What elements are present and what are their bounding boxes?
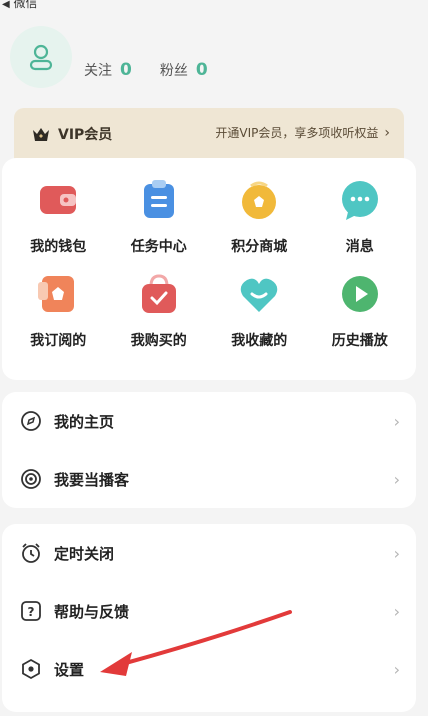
avatar[interactable]: [10, 26, 72, 88]
status-back-link[interactable]: ◀ 微信: [0, 0, 428, 14]
back-label: 微信: [13, 0, 38, 10]
grid-item-label: 我订阅的: [30, 333, 87, 349]
vip-promo-text: 开通VIP会员，享多项收听权益: [215, 126, 379, 140]
following-count: 0: [120, 60, 132, 80]
menu-row-settings[interactable]: 设置 ›: [2, 640, 416, 698]
following-label: 关注: [84, 63, 112, 79]
alarm-clock-icon: [20, 542, 42, 564]
chevron-right-icon: ›: [384, 124, 390, 141]
grid-item-label: 我购买的: [130, 333, 187, 349]
menu-row-label: 定时关闭: [54, 544, 115, 563]
wallet-icon: [36, 178, 80, 222]
settings-actions-card: 定时关闭 ›? 帮助与反馈 › 设置 ›: [2, 524, 416, 712]
profile-stats: 关注 0 粉丝 0: [84, 60, 236, 80]
subscribe-icon: [36, 272, 80, 316]
grid-item-points-mall[interactable]: 积分商城: [209, 178, 310, 272]
menu-row-sleep-timer[interactable]: 定时关闭 ›: [2, 524, 416, 582]
broadcast-icon: [20, 468, 42, 490]
chevron-right-icon: ›: [393, 411, 400, 431]
followers-count: 0: [195, 60, 208, 80]
grid-item-label: 任务中心: [130, 239, 187, 255]
play-icon: [338, 272, 382, 316]
profile-header: 关注 0 粉丝 0: [0, 14, 428, 114]
grid-item-messages[interactable]: 消息: [310, 178, 411, 272]
grid-item-favorites[interactable]: 我收藏的: [209, 272, 310, 366]
menu-row-homepage[interactable]: 我的主页 ›: [2, 392, 416, 450]
vip-banner[interactable]: VIP会员 开通VIP会员，享多项收听权益 ›: [14, 108, 404, 160]
grid-item-subscribed[interactable]: 我订阅的: [8, 272, 109, 366]
chevron-right-icon: ›: [393, 469, 400, 489]
menu-row-label: 我的主页: [54, 412, 115, 431]
points-icon: [237, 178, 281, 222]
grid-item-purchased[interactable]: 我购买的: [109, 272, 210, 366]
vip-title: VIP会员: [58, 127, 113, 143]
menu-row-label: 我要当播客: [54, 470, 130, 489]
chevron-right-icon: ›: [393, 543, 400, 563]
grid-item-label: 我收藏的: [231, 333, 288, 349]
back-arrow-icon: ◀: [2, 0, 10, 10]
question-icon: ?: [20, 600, 42, 622]
menu-row-help-feedback[interactable]: ? 帮助与反馈 ›: [2, 582, 416, 640]
grid-item-wallet[interactable]: 我的钱包: [8, 178, 109, 272]
followers-label: 粉丝: [159, 63, 188, 79]
hexagon-settings-icon: [20, 658, 42, 680]
quick-actions-grid: 我的钱包 任务中心 积分商城 消息我订阅的 我购买的 我收藏的 历史播放: [2, 158, 416, 366]
quick-actions-card: 我的钱包 任务中心 积分商城 消息我订阅的 我购买的 我收藏的 历史播放: [2, 158, 416, 380]
heart-icon: [237, 272, 281, 316]
chevron-right-icon: ›: [393, 601, 400, 621]
grid-item-label: 消息: [345, 239, 374, 255]
svg-text:?: ?: [28, 605, 35, 619]
clipboard-icon: [137, 178, 181, 222]
menu-row-label: 设置: [54, 660, 85, 679]
following-stat[interactable]: 关注 0: [84, 60, 132, 80]
grid-item-label: 历史播放: [331, 333, 388, 349]
shopping-bag-icon: [137, 272, 181, 316]
chevron-right-icon: ›: [393, 659, 400, 679]
profile-actions-card: 我的主页 › 我要当播客 ›: [2, 392, 416, 508]
menu-row-become-podcaster[interactable]: 我要当播客 ›: [2, 450, 416, 508]
crown-icon: [33, 128, 49, 141]
followers-stat[interactable]: 粉丝 0: [160, 60, 208, 80]
menu-row-label: 帮助与反馈: [54, 602, 130, 621]
grid-item-task-center[interactable]: 任务中心: [109, 178, 210, 272]
grid-item-history[interactable]: 历史播放: [310, 272, 411, 366]
user-icon: [29, 44, 53, 71]
compass-icon: [20, 410, 42, 432]
grid-item-label: 我的钱包: [30, 239, 87, 255]
grid-item-label: 积分商城: [231, 239, 288, 255]
chat-bubble-icon: [338, 178, 382, 222]
